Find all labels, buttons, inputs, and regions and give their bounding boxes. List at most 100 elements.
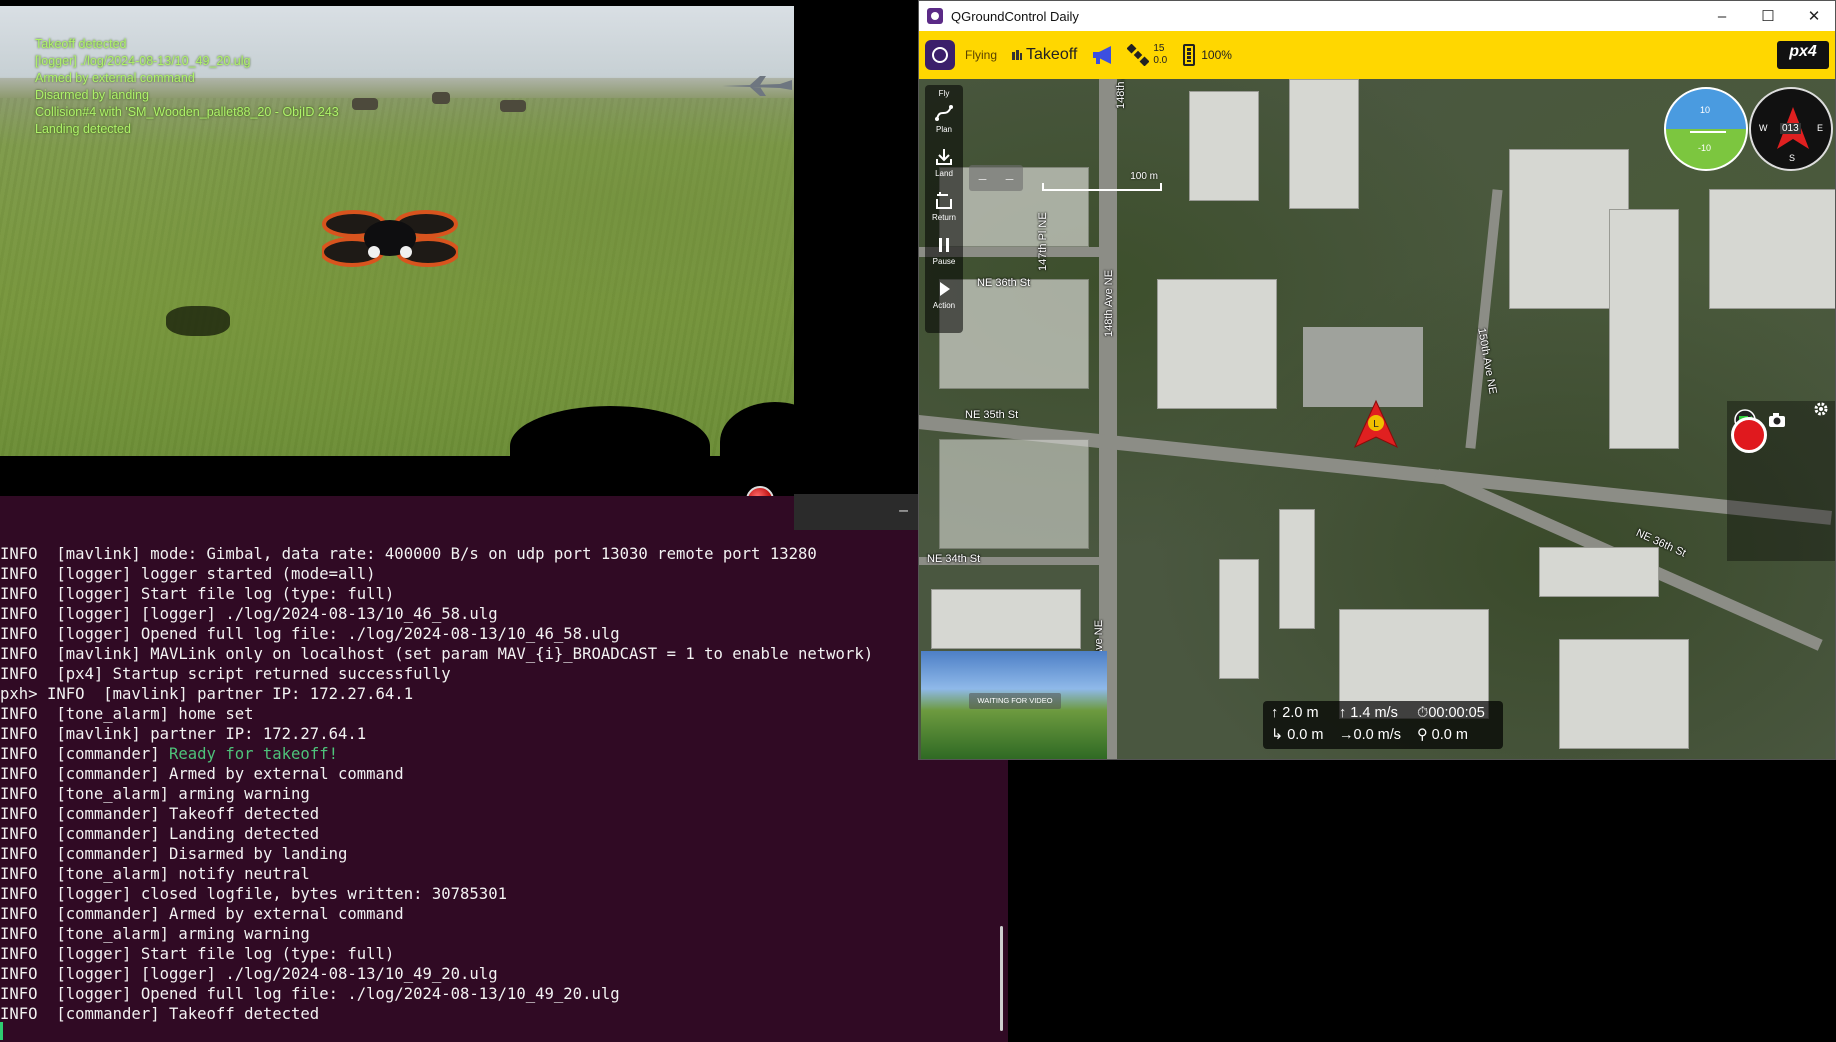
street-label: NE 35th St [965, 409, 1019, 421]
terminal-line: INFO [commander] Ready for takeoff! [0, 744, 873, 764]
terminal-line: INFO [mavlink] MAVLink only on localhost… [0, 645, 874, 663]
distance-walk-readout: ⚲ 0.0 m [1417, 727, 1468, 743]
building [1609, 209, 1679, 449]
camera-icon[interactable] [1767, 411, 1787, 429]
battery-indicator[interactable]: 100% [1183, 44, 1232, 66]
fly-toolstrip: Fly Plan Land Return Pause Action [925, 85, 963, 333]
sim-log-line: [logger] ./log/2024-08-13/10_49_20.ulg [35, 54, 251, 68]
simulator-message-log: Takeoff detected [logger] ./log/2024-08-… [35, 36, 339, 138]
gear-icon[interactable] [1813, 401, 1829, 417]
distance-home-readout: ↳ 0.0 m [1271, 727, 1324, 743]
record-button[interactable] [1731, 417, 1767, 453]
hdop-value: 0.0 [1153, 55, 1168, 66]
street-label: 147th Pl NE [1037, 212, 1049, 271]
terminal-scrollbar[interactable] [1000, 926, 1003, 1031]
land-tool-button[interactable]: Land [925, 147, 963, 178]
building [1189, 91, 1259, 201]
pause-icon [939, 238, 949, 252]
terminal-line: INFO [logger] [logger] ./log/2024-08-13/… [0, 965, 498, 983]
terminal-line: INFO [commander] Takeoff detected [0, 1005, 320, 1023]
drone-shadow [166, 306, 230, 336]
pause-tool-button[interactable]: Pause [925, 235, 963, 266]
street-label: 148th A [1115, 79, 1127, 109]
action-label: Action [932, 301, 956, 310]
building [1219, 559, 1259, 679]
battery-percent: 100% [1201, 48, 1232, 62]
attitude-indicator: 10 -10 [1664, 87, 1748, 171]
terminal-line: INFO [commander] Armed by external comma… [0, 765, 404, 783]
terminal-line: INFO [tone_alarm] notify neutral [0, 865, 310, 883]
megaphone-icon[interactable] [1091, 44, 1117, 66]
map-scale-label: 100 m [1130, 171, 1158, 182]
terminal-line: INFO [logger] Start file log (type: full… [0, 945, 395, 963]
sim-log-line: Armed by external command [35, 71, 195, 85]
terminal-line: pxh> INFO [mavlink] partner IP: 172.27.6… [0, 685, 414, 703]
vehicle-marker-icon[interactable]: L [1351, 399, 1401, 451]
airplane-icon [722, 76, 792, 96]
flight-time-readout: ⏱00:00:05 [1417, 705, 1485, 721]
sim-log-line: Landing detected [35, 122, 131, 136]
satellite-icon [1127, 44, 1150, 66]
play-icon [940, 282, 950, 296]
qgc-titlebar[interactable]: QGroundControl Daily – ☐ ✕ [919, 1, 1835, 31]
desktop: Takeoff detected [logger] ./log/2024-08-… [0, 0, 1836, 1042]
return-tool-button[interactable]: Return [925, 191, 963, 222]
zoom-out-button[interactable]: – [979, 170, 987, 186]
altitude-value: 2.0 m [1282, 705, 1319, 721]
plan-icon [935, 105, 953, 121]
street-label: NE 36th St [977, 277, 1031, 289]
action-tool-button[interactable]: Action [925, 279, 963, 310]
pause-label: Pause [932, 257, 956, 266]
compass-east: E [1816, 123, 1823, 133]
terminal-line-prefix: INFO [commander] [0, 745, 169, 763]
video-thumbnail[interactable]: WAITING FOR VIDEO [921, 651, 1107, 759]
compass-south: S [1789, 153, 1796, 163]
px4-logo: px4 [1777, 41, 1829, 69]
gps-indicator[interactable]: 15 0.0 [1127, 43, 1167, 67]
plan-label: Plan [935, 125, 952, 134]
qgc-menu-icon[interactable] [925, 40, 955, 70]
heading-value: 013 [1780, 123, 1801, 134]
compass-indicator: W E S 013 [1749, 87, 1833, 171]
terminal-output: INFO [mavlink] mode: Gimbal, data rate: … [0, 544, 873, 1024]
qgc-app-icon [927, 8, 943, 24]
ground-vehicle [500, 100, 526, 112]
gps-counts: 15 0.0 [1153, 43, 1167, 67]
terminal-line: INFO [tone_alarm] arming warning [0, 925, 310, 943]
plan-tool-button[interactable]: Plan [925, 103, 963, 134]
terminal-line: INFO [logger] logger started (mode=all) [0, 565, 376, 583]
flight-mode-selector[interactable]: Takeoff [1011, 46, 1077, 64]
building [1289, 79, 1359, 209]
terminal-line: INFO [logger] Start file log (type: full… [0, 585, 395, 603]
window-title: QGroundControl Daily [951, 8, 1079, 24]
maximize-button[interactable]: ☐ [1745, 1, 1791, 31]
terminal-line: INFO [px4] Startup script returned succe… [0, 665, 451, 683]
altitude-readout: ↑ 2.0 m [1271, 705, 1319, 721]
terminal-line: INFO [logger] closed logfile, bytes writ… [0, 885, 507, 903]
flight-mode-label: Takeoff [1026, 46, 1078, 63]
building [1157, 279, 1277, 409]
qgroundcontrol-window[interactable]: QGroundControl Daily – ☐ ✕ Flying Takeof… [918, 0, 1836, 760]
map-view[interactable]: 148th A 148th Ave NE 148th Ave NE 147th … [919, 79, 1835, 759]
vehicle-marker-label: L [1373, 419, 1379, 430]
simulator-view[interactable]: Takeoff detected [logger] ./log/2024-08-… [0, 6, 794, 456]
close-button[interactable]: ✕ [1791, 1, 1835, 31]
terminal-line-highlight: Ready for takeoff! [169, 745, 338, 763]
zoom-buttons[interactable]: – – [969, 165, 1023, 191]
road-150th-ave [1465, 189, 1503, 449]
ground-vehicle [432, 92, 450, 104]
ground-speed-readout: →0.0 m/s [1339, 727, 1402, 743]
building [1279, 509, 1315, 629]
parking-lot [1303, 327, 1423, 407]
terminal-line: INFO [mavlink] partner IP: 172.27.64.1 [0, 725, 367, 743]
minimize-button[interactable]: – [1699, 1, 1745, 31]
distance-walk-value: 0.0 m [1431, 727, 1468, 743]
fly-header: Fly [938, 89, 950, 98]
compass-west: W [1759, 123, 1768, 133]
terminal-minimize-button[interactable]: – [899, 502, 908, 520]
terminal-line: INFO [tone_alarm] home set [0, 705, 254, 723]
terminal-window[interactable]: INFO [mavlink] mode: Gimbal, data rate: … [0, 496, 1008, 1042]
flight-time-value: 00:00:05 [1428, 705, 1485, 721]
zoom-in-button[interactable]: – [1006, 170, 1014, 186]
grass-field [0, 98, 794, 456]
